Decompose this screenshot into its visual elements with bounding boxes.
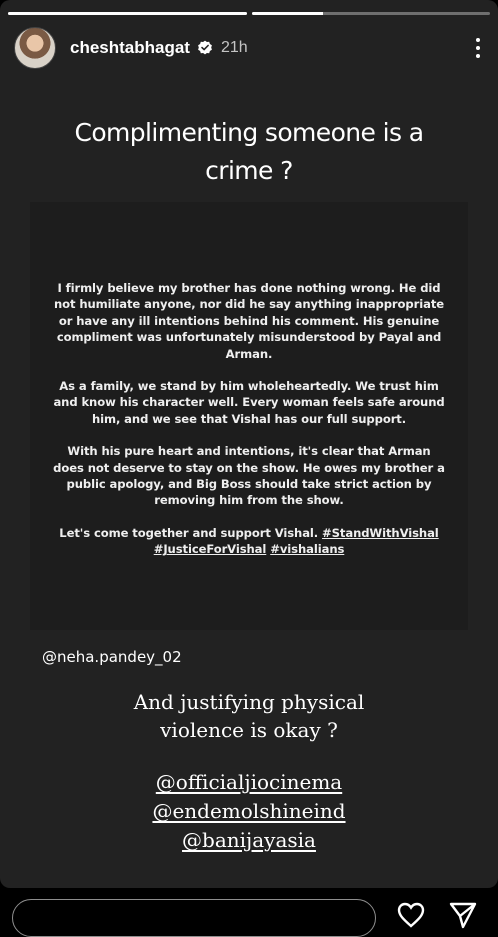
- tag-endemolshineind[interactable]: @endemolshineind: [152, 799, 345, 823]
- progress-segment-2: [251, 12, 490, 15]
- progress-fill-2: [251, 12, 324, 15]
- story-headline: Complimenting someone is a crime ?: [74, 118, 424, 185]
- progress-fill-1: [8, 12, 247, 15]
- statement-paragraph-2: As a family, we stand by him wholehearte…: [53, 379, 445, 426]
- statement-text: I firmly believe my brother has done not…: [52, 280, 446, 574]
- question-line: And justifying physical violence is okay…: [133, 690, 365, 742]
- statement-paragraph-1: I firmly believe my brother has done not…: [53, 281, 445, 361]
- statement-card: I firmly believe my brother has done not…: [30, 202, 468, 630]
- closing-text: Let's come together and support Vishal.: [59, 525, 319, 540]
- hashtag-vishalians[interactable]: #vishalians: [270, 542, 344, 556]
- hashtag-standwithvishal[interactable]: #StandWithVishal: [322, 526, 439, 540]
- statement-closing: Let's come together and support Vishal. …: [52, 525, 446, 558]
- post-time: 21h: [220, 39, 248, 56]
- tagged-accounts: @officialjiocinema @endemolshineind @ban…: [0, 768, 498, 855]
- progress-segment-1: [8, 12, 247, 15]
- hashtag-justiceforvishal[interactable]: #JusticeForVishal: [154, 542, 267, 556]
- reply-input[interactable]: [12, 899, 376, 937]
- question-text: And justifying physical violence is okay…: [0, 688, 498, 744]
- heart-icon[interactable]: [396, 900, 426, 930]
- share-icon[interactable]: [448, 900, 478, 930]
- story-viewer[interactable]: cheshtabhagat 21h Complimenting someone …: [0, 0, 498, 888]
- tag-banijayasia[interactable]: @banijayasia: [182, 828, 316, 852]
- story-header: cheshtabhagat 21h: [14, 27, 488, 69]
- mention-sticker[interactable]: @neha.pandey_02: [42, 648, 182, 666]
- statement-paragraph-3: With his pure heart and intentions, it's…: [53, 444, 445, 508]
- username[interactable]: cheshtabhagat: [70, 38, 190, 58]
- reply-bar: [0, 888, 498, 937]
- story-progress: [8, 12, 490, 15]
- avatar[interactable]: [14, 27, 56, 69]
- verified-badge-icon: [198, 40, 212, 55]
- more-options-icon[interactable]: [468, 34, 488, 62]
- tag-officialjiocinema[interactable]: @officialjiocinema: [156, 770, 342, 794]
